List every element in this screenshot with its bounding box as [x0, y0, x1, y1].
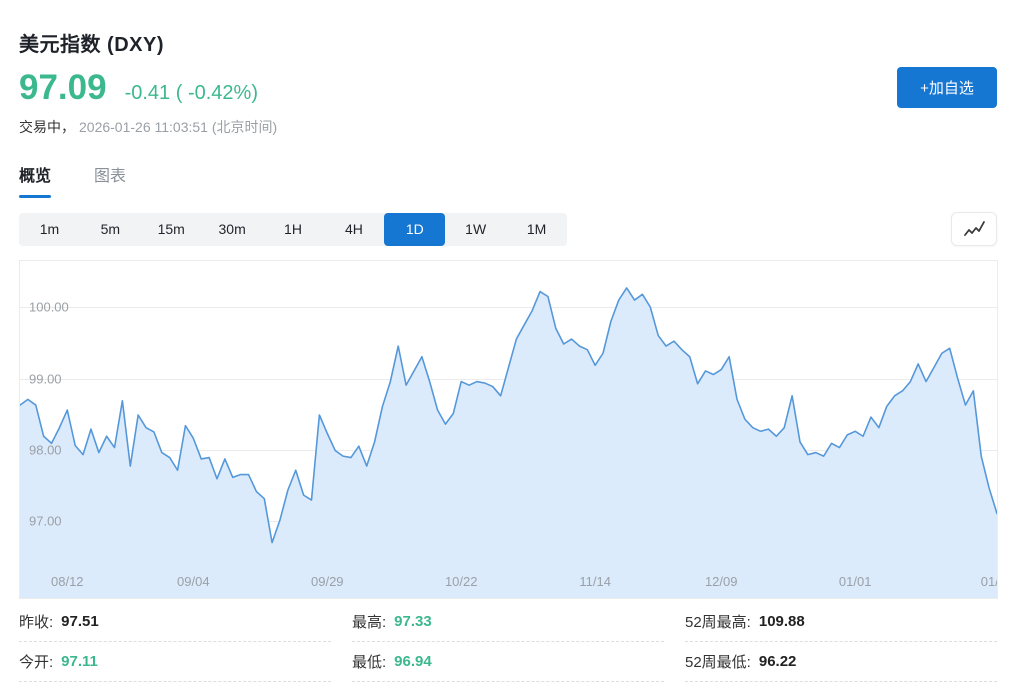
stat-high: 最高: 97.33 [352, 602, 664, 642]
x-axis-label: 08/12 [51, 574, 84, 589]
stat-52w-low: 52周最低: 96.22 [685, 642, 997, 682]
price-block: 97.09 -0.41 ( -0.42%) [19, 68, 258, 108]
stat-value: 109.88 [759, 613, 805, 630]
tab-chart[interactable]: 图表 [94, 162, 126, 198]
stat-label: 52周最低: [685, 651, 751, 672]
area-fill [20, 288, 997, 598]
stat-label: 52周最高: [685, 611, 751, 632]
stat-value: 97.51 [61, 613, 99, 630]
x-axis-label: 01/26 [981, 574, 998, 589]
active-tab-underline [19, 195, 51, 198]
range-1d[interactable]: 1D [384, 213, 445, 246]
page-title: 美元指数 (DXY) [19, 28, 997, 57]
range-15m[interactable]: 15m [141, 213, 202, 246]
x-axis-label: 09/29 [311, 574, 344, 589]
market-status-row: 交易中，2026-01-26 11:03:51 (北京时间) [19, 117, 997, 137]
time-range-group: 1m 5m 15m 30m 1H 4H 1D 1W 1M [19, 213, 567, 246]
x-axis-label: 11/14 [579, 574, 611, 589]
y-axis-label: 100.00 [29, 300, 69, 315]
price-change: -0.41 ( -0.42%) [125, 82, 258, 105]
y-axis-label: 97.00 [29, 514, 62, 529]
tab-overview-label: 概览 [19, 168, 51, 185]
range-1m[interactable]: 1m [19, 213, 80, 246]
x-axis-label: 09/04 [177, 574, 210, 589]
range-1w[interactable]: 1W [445, 213, 506, 246]
stat-label: 今开: [19, 651, 53, 672]
stat-label: 最高: [352, 611, 386, 632]
y-axis-label: 98.00 [29, 443, 62, 458]
stat-open: 今开: 97.11 [19, 642, 331, 682]
range-4h[interactable]: 4H [323, 213, 384, 246]
x-axis-label: 10/22 [445, 574, 478, 589]
tab-chart-label: 图表 [94, 168, 126, 185]
range-1h[interactable]: 1H [263, 213, 324, 246]
stat-value: 97.11 [61, 653, 98, 670]
x-axis-label: 12/09 [705, 574, 738, 589]
add-watchlist-button[interactable]: +加自选 [897, 67, 997, 108]
quote-page: 美元指数 (DXY) 97.09 -0.41 ( -0.42%) +加自选 交易… [0, 28, 1024, 682]
line-chart-icon [962, 219, 986, 239]
stat-label: 最低: [352, 651, 386, 672]
tab-overview[interactable]: 概览 [19, 162, 51, 198]
stats-grid: 昨收: 97.51 最高: 97.33 52周最高: 109.88 今开: 97… [19, 602, 997, 682]
market-status: 交易中， [19, 119, 75, 135]
stat-value: 96.22 [759, 653, 797, 670]
range-5m[interactable]: 5m [80, 213, 141, 246]
price-row: 97.09 -0.41 ( -0.42%) +加自选 [19, 67, 997, 108]
chart-plot [20, 261, 997, 598]
stat-value: 97.33 [394, 613, 432, 630]
quote-timestamp: 2026-01-26 11:03:51 (北京时间) [79, 119, 277, 135]
stat-label: 昨收: [19, 611, 53, 632]
range-30m[interactable]: 30m [202, 213, 263, 246]
stat-52w-high: 52周最高: 109.88 [685, 602, 997, 642]
range-1m-month[interactable]: 1M [506, 213, 567, 246]
stat-low: 最低: 96.94 [352, 642, 664, 682]
stat-prev-close: 昨收: 97.51 [19, 602, 331, 642]
stat-value: 96.94 [394, 653, 432, 670]
y-axis-label: 99.00 [29, 371, 62, 386]
x-axis-label: 01/01 [839, 574, 872, 589]
chart-toolbar: 1m 5m 15m 30m 1H 4H 1D 1W 1M [19, 212, 997, 246]
view-tabs: 概览 图表 [19, 162, 997, 198]
chart-type-button[interactable] [951, 212, 997, 246]
price-area-chart[interactable]: 100.00 99.00 98.00 97.00 08/12 09/04 09/29 10/2… [19, 260, 998, 599]
current-price: 97.09 [19, 68, 107, 108]
